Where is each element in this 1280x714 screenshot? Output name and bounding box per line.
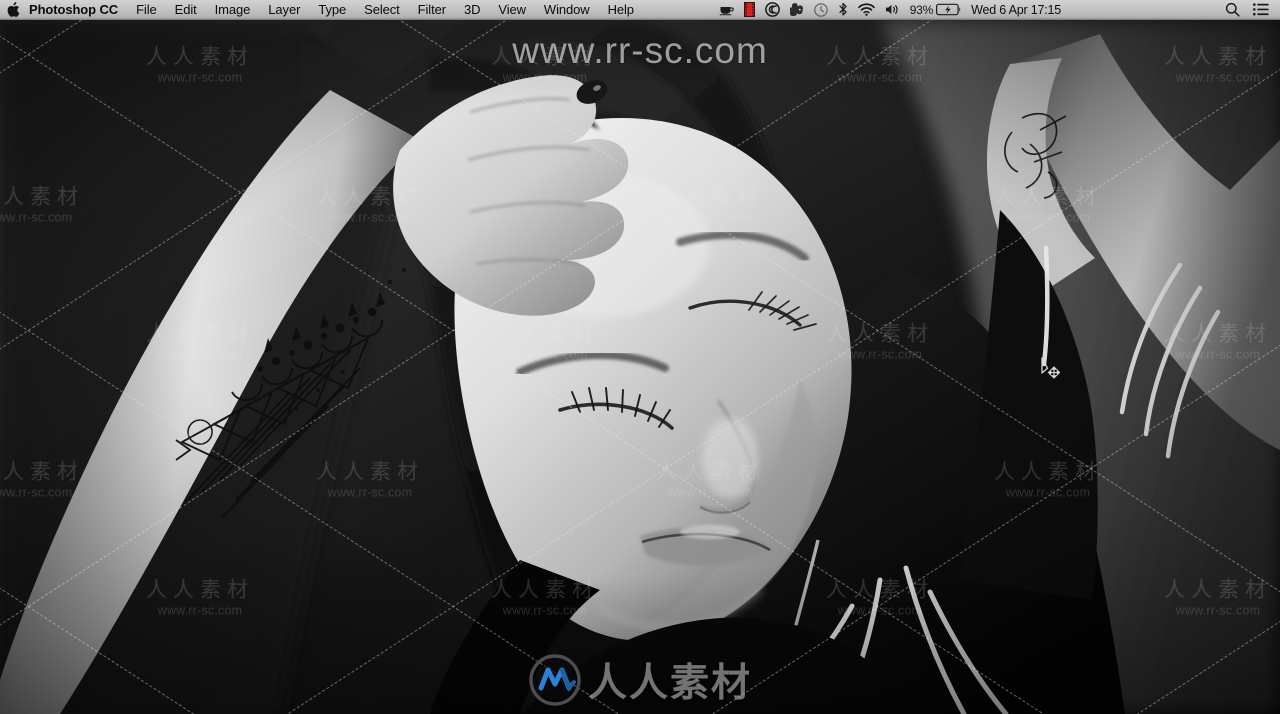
creative-cloud-icon[interactable] [760,0,785,20]
volume-icon[interactable] [880,0,905,20]
search-icon[interactable] [1218,0,1247,20]
menu-item-filter[interactable]: Filter [409,0,455,20]
menu-item-image[interactable]: Image [206,0,260,20]
menu-bar-status-area: 93% Wed 6 Apr 17:15 [714,0,1280,20]
menu-item-3d[interactable]: 3D [455,0,489,20]
battery-icon[interactable] [935,0,965,20]
photoshop-canvas[interactable]: 人人素材www.rr-sc.com人人素材www.rr-sc.com人人素材ww… [0,20,1280,714]
menu-item-type[interactable]: Type [309,0,355,20]
evernote-icon[interactable] [785,0,809,20]
portrait-photograph [0,20,1280,714]
menu-item-file[interactable]: File [127,0,166,20]
menu-item-edit[interactable]: Edit [166,0,206,20]
menu-item-help[interactable]: Help [599,0,643,20]
menu-app-title[interactable]: Photoshop CC [26,0,127,20]
menu-item-select[interactable]: Select [355,0,409,20]
battery-percent-label[interactable]: 93% [905,0,935,20]
screen: Photoshop CC File Edit Image Layer Type … [0,0,1280,714]
menu-item-window[interactable]: Window [535,0,599,20]
apple-logo-icon [7,1,20,17]
menu-bar-spacer [1068,0,1218,20]
menu-bar: Photoshop CC File Edit Image Layer Type … [0,0,1280,20]
menu-bar-left: Photoshop CC File Edit Image Layer Type … [0,0,643,20]
apple-menu-button[interactable] [0,1,26,18]
list-icon[interactable] [1247,0,1275,20]
menu-bar-clock[interactable]: Wed 6 Apr 17:15 [965,0,1068,20]
menu-item-view[interactable]: View [489,0,535,20]
menu-item-layer[interactable]: Layer [259,0,309,20]
clock-icon[interactable] [809,0,833,20]
wifi-icon[interactable] [853,0,880,20]
caffeine-icon[interactable] [714,0,739,20]
film-strip-icon[interactable] [739,0,760,20]
bluetooth-icon[interactable] [833,0,853,20]
